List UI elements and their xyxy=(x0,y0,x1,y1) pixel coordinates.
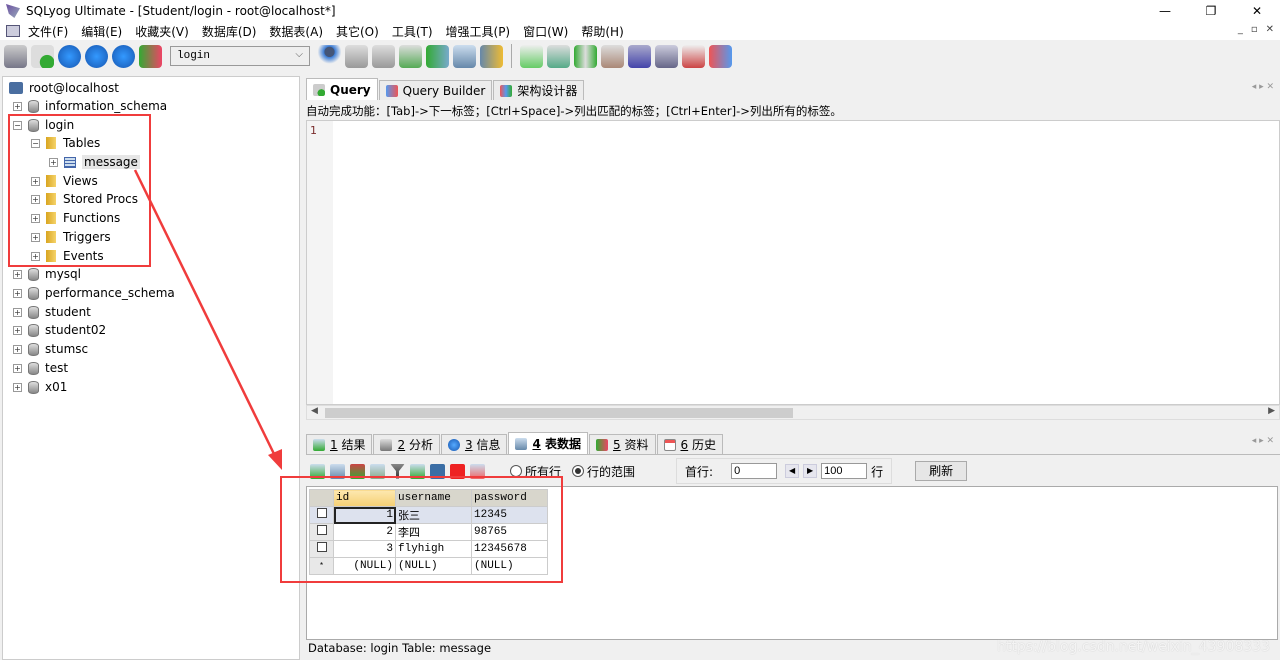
annotation-arrow xyxy=(133,169,282,470)
